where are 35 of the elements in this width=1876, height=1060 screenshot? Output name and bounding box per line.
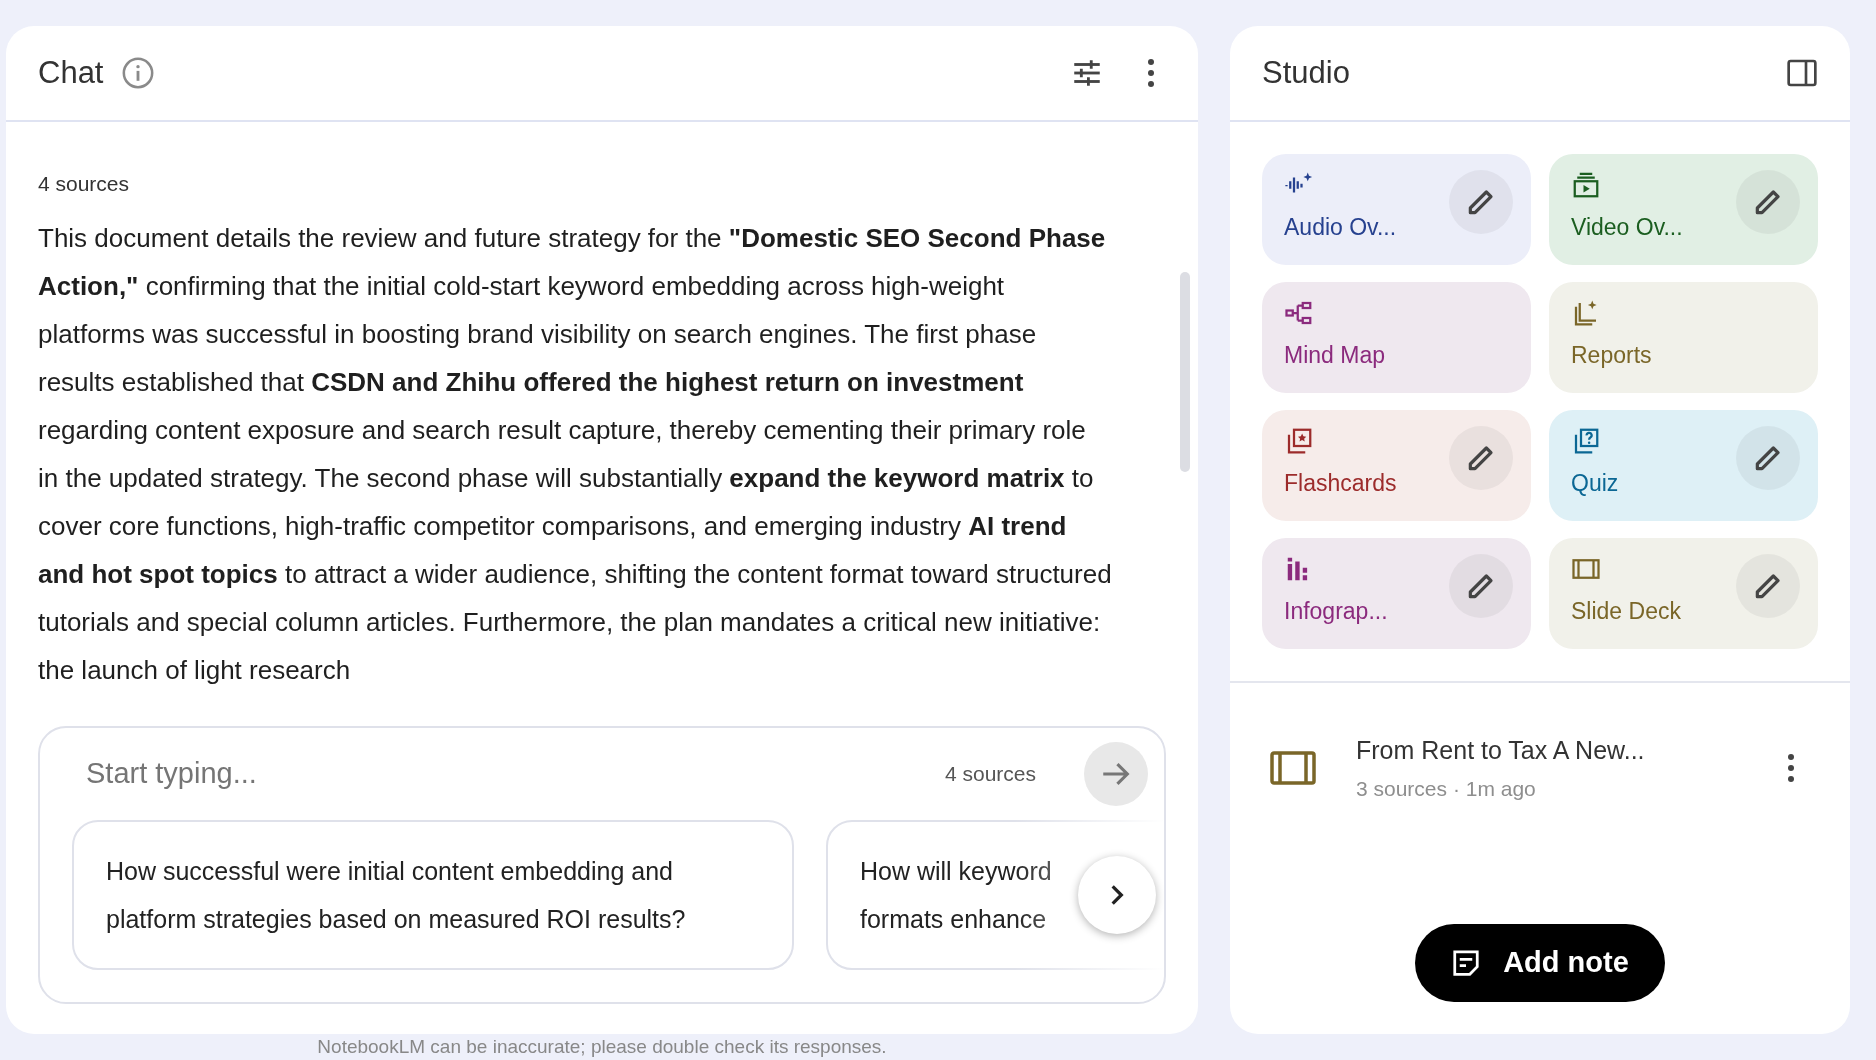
more-icon[interactable]	[1146, 58, 1156, 88]
suggestion-chip[interactable]: How successful were initial content embedding and platform strategies based on measured ROI results?	[72, 820, 794, 970]
video-icon	[1571, 170, 1601, 200]
disclaimer-text: NotebookLM can be inaccurate; please double check its responses.	[316, 1035, 888, 1058]
tool-label: Audio Ov...	[1284, 213, 1398, 242]
studio-tool-card[interactable]: Flashcards	[1262, 410, 1531, 521]
tool-label: Reports	[1571, 341, 1653, 370]
studio-tool-card[interactable]: Infograp...	[1262, 538, 1531, 649]
studio-tool-card[interactable]: Mind Map	[1262, 282, 1531, 393]
tool-label: Mind Map	[1284, 341, 1386, 370]
tool-label: Slide Deck	[1571, 597, 1682, 626]
studio-tool-card[interactable]: Quiz	[1549, 410, 1818, 521]
tool-label: Video Ov...	[1571, 213, 1684, 242]
tool-label: Flashcards	[1284, 469, 1398, 498]
sources-count: 4 sources	[38, 171, 131, 197]
response-text: This document details the review and future strategy for the "Domestic SEO Second Phase Action," confirming that the initial cold-start keyword embedding across high-weight platforms was successful in boosting brand visibility on search engines. The first phase results established that CSDN and Zhihu offered the highest return on investment regarding content exposure and search result capture, thereby cementing their primary role in the updated strategy. The second phase will substantially expand the keyword matrix to cover core functions, high-traffic competitor comparisons, and emerging industry AI trend and hot spot topics to attract a wider audience, shifting the content format toward structured tutorials and special column articles. Furthermore, the plan mandates a critical new initiative: the launch of light research	[38, 221, 1113, 687]
note-title[interactable]: From Rent to Tax A New...	[1356, 731, 1786, 769]
tool-label: Infograp...	[1284, 597, 1389, 626]
studio-tool-card[interactable]: Slide Deck	[1549, 538, 1818, 649]
studio-tool-card[interactable]: Audio Ov...	[1262, 154, 1531, 265]
scrollbar-thumb[interactable]	[1180, 272, 1190, 472]
note-meta: 3 sources · 1m ago	[1356, 776, 1537, 802]
panel-title: Studio	[1262, 53, 1351, 92]
more-icon[interactable]	[1786, 753, 1796, 783]
studio-tool-card[interactable]: Reports	[1549, 282, 1818, 393]
panel-title: Chat	[38, 53, 104, 92]
note-icon	[1451, 948, 1482, 978]
studio-tool-card[interactable]: Video Ov...	[1549, 154, 1818, 265]
tool-label: Quiz	[1571, 469, 1620, 498]
info-icon[interactable]	[121, 56, 156, 90]
chat-input-field[interactable]: Start typing...	[86, 752, 945, 796]
panel-toggle-icon[interactable]	[1786, 57, 1818, 89]
add-note-button[interactable]: Add note	[1415, 924, 1665, 1002]
sources-count: 4 sources	[944, 761, 1036, 788]
slides-icon	[1270, 751, 1316, 785]
